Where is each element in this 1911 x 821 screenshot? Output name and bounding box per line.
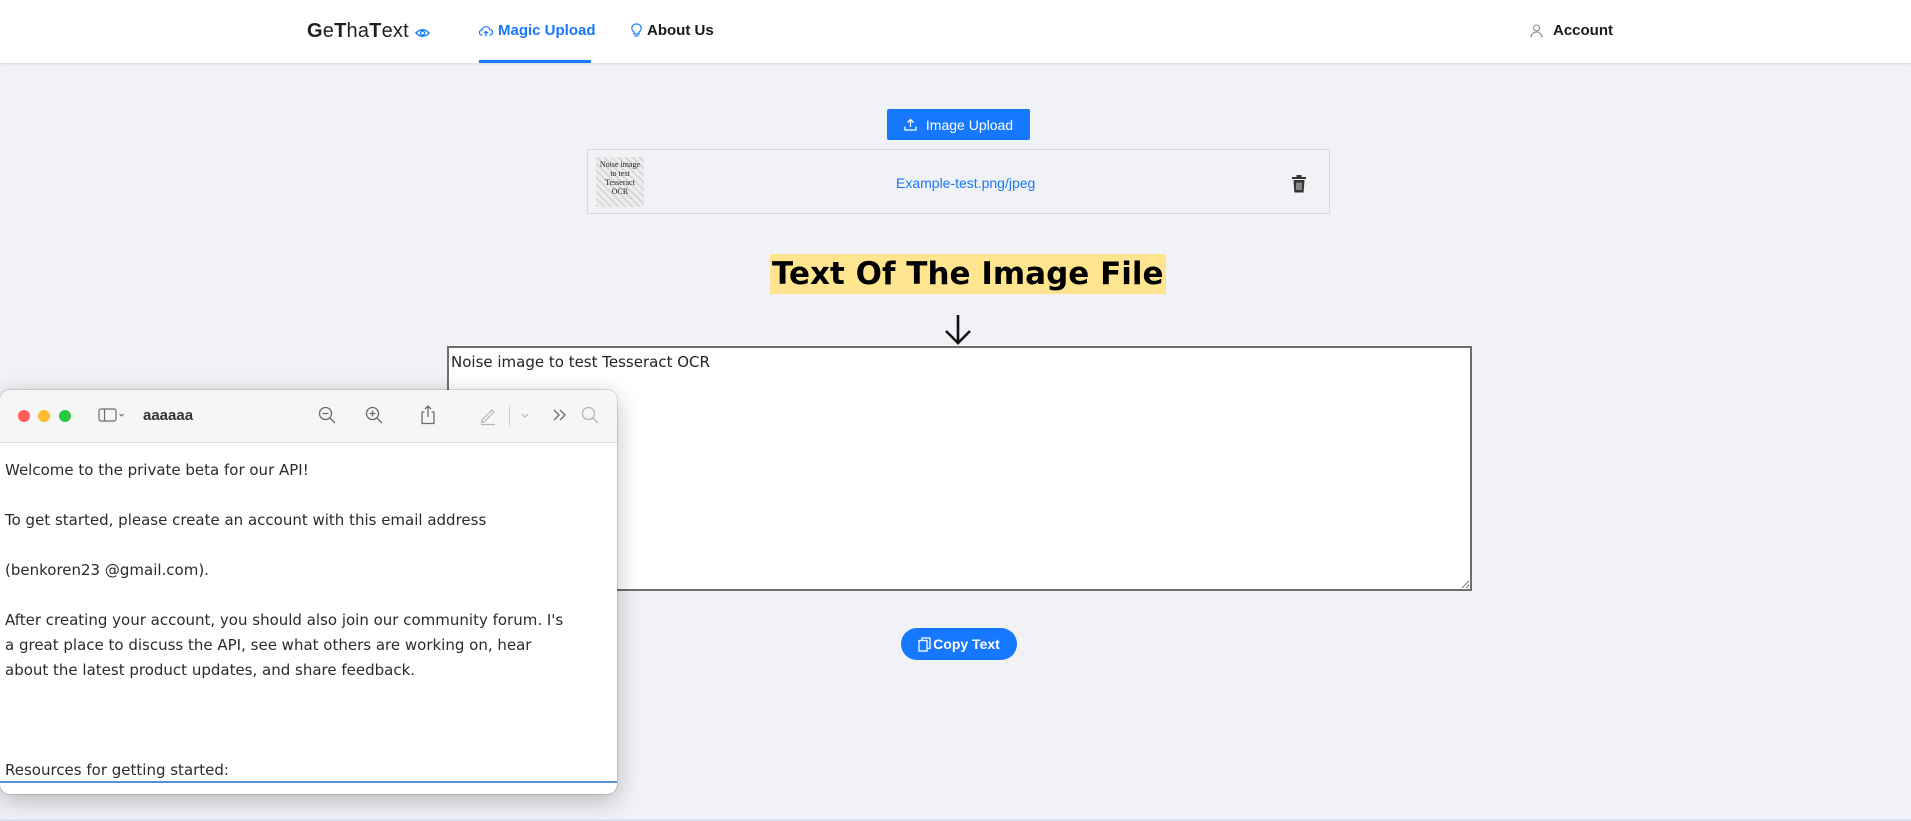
preview-window: aaaaaa Welcome to the private beta for o… xyxy=(0,390,617,794)
document-line: Resources for getting started: xyxy=(5,761,229,779)
logo-segment: ha xyxy=(346,20,370,42)
document-line: After creating your account, you should … xyxy=(5,611,564,679)
file-thumbnail[interactable]: Noise image to test Tesseract OCR xyxy=(596,157,644,207)
image-upload-button[interactable]: Image Upload xyxy=(887,109,1030,140)
more-icon[interactable] xyxy=(549,404,571,426)
logo-segment: T xyxy=(369,20,382,42)
markup-pen-icon[interactable] xyxy=(477,404,499,426)
scroll-edge-indicator xyxy=(0,781,617,783)
copy-text-button[interactable]: Copy Text xyxy=(901,628,1017,660)
document-line: To get started, please create an account… xyxy=(5,511,487,529)
document-content: Welcome to the private beta for our API!… xyxy=(5,458,565,783)
active-tab-indicator xyxy=(479,60,591,63)
search-icon[interactable] xyxy=(579,404,601,426)
minimize-window-button[interactable] xyxy=(38,410,50,422)
user-icon xyxy=(1530,23,1543,38)
image-upload-label: Image Upload xyxy=(925,116,1014,133)
document-line: (benkoren23 @gmail.com). xyxy=(5,561,209,579)
document-line xyxy=(5,683,565,708)
app-logo[interactable]: GeThaText xyxy=(307,20,409,43)
account-label: Account xyxy=(1553,22,1613,39)
account-menu[interactable]: Account xyxy=(1530,22,1613,39)
document-line xyxy=(5,733,565,758)
zoom-window-button[interactable] xyxy=(59,410,71,422)
preview-window-title: aaaaaa xyxy=(143,407,194,424)
arrow-down-icon xyxy=(945,315,971,345)
zoom-in-icon[interactable] xyxy=(363,404,385,426)
close-window-button[interactable] xyxy=(18,410,30,422)
upload-icon xyxy=(904,118,917,131)
document-line xyxy=(5,583,565,608)
file-name-link[interactable]: Example-test.png/jpeg xyxy=(896,175,1035,191)
copy-text-label: Copy Text xyxy=(933,636,1000,652)
top-nav-bar: GeThaText Magic Upload About Us Account xyxy=(0,0,1911,63)
trash-icon[interactable] xyxy=(1291,175,1307,193)
nav-magic-upload[interactable]: Magic Upload xyxy=(479,22,596,39)
chevron-down-icon[interactable] xyxy=(514,404,536,426)
document-line xyxy=(5,533,565,558)
sidebar-icon[interactable] xyxy=(97,404,127,426)
eye-icon xyxy=(415,29,430,37)
document-line xyxy=(5,708,565,733)
result-heading: Text Of The Image File xyxy=(770,254,1166,294)
logo-segment: ext xyxy=(381,20,409,42)
bulb-icon xyxy=(631,23,642,37)
preview-toolbar: aaaaaa xyxy=(0,390,617,443)
nav-about-us[interactable]: About Us xyxy=(631,22,714,39)
copy-icon xyxy=(918,636,931,652)
toolbar-divider xyxy=(509,406,510,426)
logo-segment: G xyxy=(307,20,323,42)
share-icon[interactable] xyxy=(417,404,439,426)
cloud-upload-icon xyxy=(479,25,493,36)
document-line xyxy=(5,483,565,508)
nav-about-us-label: About Us xyxy=(647,22,714,39)
nav-magic-upload-label: Magic Upload xyxy=(498,22,596,39)
logo-segment: T xyxy=(334,20,347,42)
document-line: Welcome to the private beta for our API! xyxy=(5,461,309,479)
zoom-out-icon[interactable] xyxy=(316,404,338,426)
logo-segment: e xyxy=(322,20,335,42)
uploaded-file-item: Noise image to test Tesseract OCR Exampl… xyxy=(587,149,1330,214)
